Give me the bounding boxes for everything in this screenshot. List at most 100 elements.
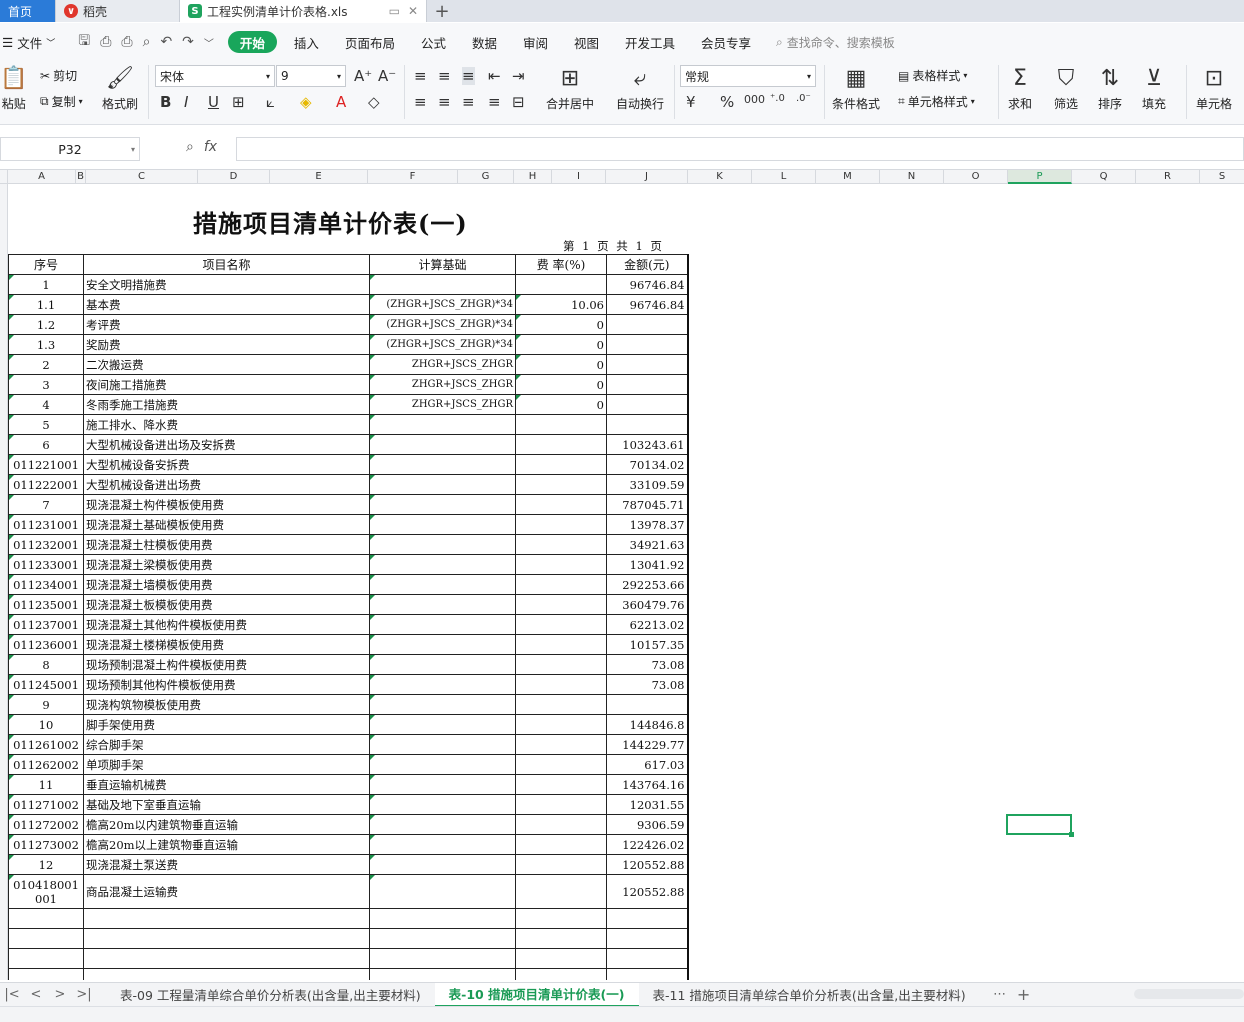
cell-base[interactable] (369, 694, 516, 715)
cell-amount[interactable] (606, 334, 689, 355)
cell-name[interactable]: 安全文明措施费 (83, 274, 370, 295)
col-header-F[interactable]: F (368, 170, 458, 184)
sum-button[interactable]: Σ 求和 (1008, 65, 1032, 112)
cell-amount[interactable]: 13978.37 (606, 514, 689, 535)
cell-amount[interactable]: 33109.59 (606, 474, 689, 495)
cell-no[interactable]: 4 (8, 394, 84, 415)
clear-format-icon[interactable]: ⟀ (266, 93, 275, 111)
horizontal-scrollbar[interactable] (1134, 989, 1244, 999)
merge-center-button[interactable]: ⊞ 合并居中 (546, 65, 594, 112)
save-icon[interactable]: 🖫 (78, 30, 90, 54)
menu-tab-page-layout[interactable]: 页面布局 (332, 31, 408, 53)
cell-no[interactable]: 1.2 (8, 314, 84, 335)
cell-base[interactable] (369, 874, 516, 909)
cell-rate[interactable] (515, 414, 607, 435)
cell-base[interactable] (369, 714, 516, 735)
more-sheets-icon[interactable]: ⋯ (988, 987, 1012, 1002)
increase-decimal-icon[interactable]: ⁺.0 (770, 93, 785, 104)
cell-rate[interactable] (515, 434, 607, 455)
cell-no[interactable]: 011234001 (8, 574, 84, 595)
cell-amount[interactable] (606, 354, 689, 375)
cell-no[interactable]: 9 (8, 694, 84, 715)
cell-name[interactable]: 现浇混凝土基础模板使用费 (83, 514, 370, 535)
float-window-icon[interactable]: ▭ (389, 4, 400, 18)
col-header-K[interactable]: K (688, 170, 752, 184)
cell-no[interactable]: 010418001001 (8, 874, 84, 909)
cell-base[interactable]: ZHGR+JSCS_ZHGR (369, 374, 516, 395)
empty-cell[interactable] (515, 928, 607, 949)
cell-no[interactable]: 8 (8, 654, 84, 675)
print-preview-icon[interactable]: ⌕ (143, 34, 151, 50)
cell-rate[interactable] (515, 454, 607, 475)
print-icon[interactable]: ⎙ (121, 34, 132, 50)
thousands-icon[interactable]: 000 (744, 93, 765, 106)
cell-rate[interactable] (515, 554, 607, 575)
bold-icon[interactable]: B (160, 93, 171, 111)
cell-name[interactable]: 冬雨季施工措施费 (83, 394, 370, 415)
col-header-N[interactable]: N (880, 170, 944, 184)
cell-name[interactable]: 现浇混凝土楼梯模板使用费 (83, 634, 370, 655)
cell-no[interactable]: 011221001 (8, 454, 84, 475)
cell-no[interactable]: 2 (8, 354, 84, 375)
fill-button[interactable]: ⊻ 填充 (1142, 65, 1166, 112)
col-header-A[interactable]: A (8, 170, 76, 184)
add-sheet-icon[interactable]: + (1012, 985, 1036, 1004)
cell-no[interactable]: 3 (8, 374, 84, 395)
cell-rate[interactable] (515, 614, 607, 635)
col-header-B[interactable]: B (76, 170, 86, 184)
empty-cell[interactable] (369, 928, 516, 949)
align-center-icon[interactable]: ≡ (438, 93, 451, 111)
eraser-icon[interactable]: ◇ (368, 93, 380, 111)
cell-name[interactable]: 现浇混凝土构件模板使用费 (83, 494, 370, 515)
cell-base[interactable] (369, 654, 516, 675)
wrap-text-button[interactable]: ⤶ 自动换行 (616, 65, 664, 112)
cell-rate[interactable]: 0 (515, 374, 607, 395)
cell-rate[interactable] (515, 494, 607, 515)
empty-cell[interactable] (83, 908, 370, 929)
menu-tab-formula[interactable]: 公式 (408, 31, 459, 53)
menu-tab-developer[interactable]: 开发工具 (612, 31, 688, 53)
cell-button[interactable]: ⊡ 单元格 (1196, 65, 1232, 112)
cell-name[interactable]: 单项脚手架 (83, 754, 370, 775)
paste-button[interactable]: 📋 粘贴 (0, 65, 27, 112)
cell-base[interactable]: (ZHGR+JSCS_ZHGR)*34 (369, 294, 516, 315)
cell-no[interactable]: 011233001 (8, 554, 84, 575)
cell-amount[interactable]: 70134.02 (606, 454, 689, 475)
cell-amount[interactable]: 73.08 (606, 674, 689, 695)
empty-cell[interactable] (8, 908, 84, 929)
cell-rate[interactable] (515, 694, 607, 715)
empty-cell[interactable] (606, 968, 689, 980)
justify-icon[interactable]: ≡ (488, 93, 501, 111)
menu-file[interactable]: ☰ 文件 ﹀ (0, 31, 68, 53)
cell-amount[interactable]: 787045.71 (606, 494, 689, 515)
cell-no[interactable]: 12 (8, 854, 84, 875)
cell-rate[interactable] (515, 834, 607, 855)
col-header-D[interactable]: D (198, 170, 270, 184)
cell-name[interactable]: 基础及地下室垂直运输 (83, 794, 370, 815)
cell-amount[interactable]: 103243.61 (606, 434, 689, 455)
cell-name[interactable]: 现浇混凝土板模板使用费 (83, 594, 370, 615)
cell-name[interactable]: 大型机械设备进出场费 (83, 474, 370, 495)
cell-base[interactable]: (ZHGR+JSCS_ZHGR)*34 (369, 334, 516, 355)
cell-amount[interactable]: 13041.92 (606, 554, 689, 575)
cell-amount[interactable]: 120552.88 (606, 854, 689, 875)
decrease-font-icon[interactable]: A⁻ (378, 67, 396, 85)
cell-name[interactable]: 现浇构筑物模板使用费 (83, 694, 370, 715)
col-header-R[interactable]: R (1136, 170, 1200, 184)
conditional-format-button[interactable]: ▦ 条件格式 (832, 65, 880, 112)
cell-no[interactable]: 10 (8, 714, 84, 735)
empty-cell[interactable] (8, 928, 84, 949)
empty-cell[interactable] (369, 908, 516, 929)
cell-amount[interactable] (606, 314, 689, 335)
first-sheet-icon[interactable]: |< (0, 987, 24, 1002)
sort-button[interactable]: ⇅ 排序 (1098, 65, 1122, 112)
cell-amount[interactable] (606, 694, 689, 715)
align-top-icon[interactable]: ≡ (414, 67, 427, 85)
cell-no[interactable]: 011245001 (8, 674, 84, 695)
sheet-tab-11[interactable]: 表-11 措施项目清单综合单价分析表(出含量,出主要材料) (639, 983, 980, 1007)
select-all-corner[interactable] (0, 170, 8, 184)
cell-rate[interactable] (515, 514, 607, 535)
cell-rate[interactable] (515, 874, 607, 909)
empty-cell[interactable] (515, 968, 607, 980)
export-pdf-icon[interactable]: ⎙ (100, 34, 111, 50)
